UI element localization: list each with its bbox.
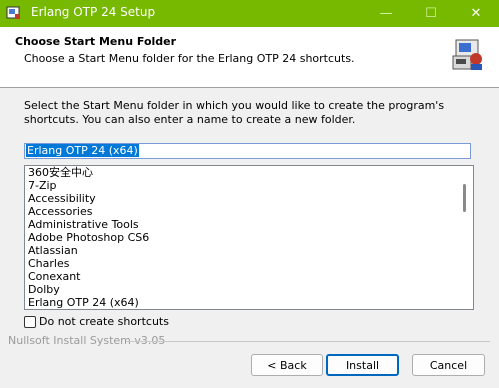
window-title: Erlang OTP 24 Setup	[31, 5, 156, 19]
list-item[interactable]: Adobe Photoshop CS6	[28, 231, 149, 244]
folder-list-items: 360安全中心 7-Zip Accessibility Accessories …	[28, 166, 149, 309]
instructions-text: Select the Start Menu folder in which yo…	[24, 99, 445, 126]
page-header: Choose Start Menu Folder Choose a Start …	[0, 27, 499, 87]
scrollbar-thumb[interactable]	[463, 184, 466, 212]
list-item[interactable]: Administrative Tools	[28, 218, 149, 231]
start-menu-folder-list[interactable]: 360安全中心 7-Zip Accessibility Accessories …	[24, 165, 474, 310]
minimize-button[interactable]: —	[363, 0, 409, 27]
list-item[interactable]: Dolby	[28, 283, 149, 296]
folder-name-input[interactable]: Erlang OTP 24 (x64)	[24, 143, 471, 159]
page-title: Choose Start Menu Folder	[15, 35, 177, 48]
no-shortcuts-option[interactable]: Do not create shortcuts	[24, 315, 169, 328]
list-item[interactable]: 7-Zip	[28, 179, 149, 192]
list-item[interactable]: Conexant	[28, 270, 149, 283]
list-item[interactable]: Atlassian	[28, 244, 149, 257]
installer-app-icon	[6, 6, 20, 19]
page-subtitle: Choose a Start Menu folder for the Erlan…	[24, 52, 355, 65]
list-item[interactable]: Erlang OTP 24 (x64)	[28, 296, 149, 309]
list-item[interactable]: 360安全中心	[28, 166, 149, 179]
no-shortcuts-checkbox[interactable]	[24, 315, 36, 328]
maximize-button[interactable]: ☐	[408, 0, 454, 27]
branding-divider	[126, 341, 490, 342]
close-button[interactable]: ✕	[453, 0, 499, 27]
installer-icon	[452, 39, 482, 70]
list-item[interactable]: Accessibility	[28, 192, 149, 205]
list-scrollbar[interactable]	[457, 166, 473, 309]
no-shortcuts-label: Do not create shortcuts	[39, 315, 169, 328]
back-button[interactable]: < Back	[251, 354, 323, 376]
list-item[interactable]: Charles	[28, 257, 149, 270]
install-button[interactable]: Install	[326, 354, 399, 376]
list-item[interactable]: Accessories	[28, 205, 149, 218]
folder-name-value: Erlang OTP 24 (x64)	[26, 144, 139, 157]
header-divider	[0, 87, 499, 88]
cancel-button[interactable]: Cancel	[412, 354, 485, 376]
title-bar: Erlang OTP 24 Setup — ☐ ✕	[0, 0, 499, 27]
